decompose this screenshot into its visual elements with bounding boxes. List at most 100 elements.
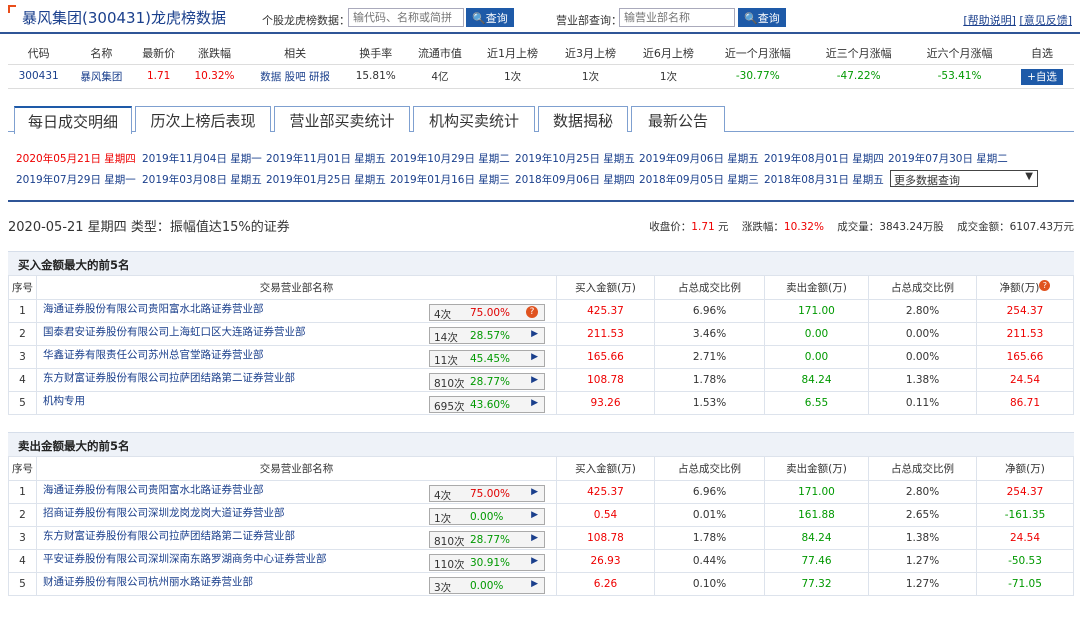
date-link[interactable]: 2019年07月30日 星期二 <box>888 151 1008 166</box>
question-icon[interactable]: ? <box>526 306 538 319</box>
sell-pct: 1.27% <box>868 572 977 596</box>
dept-search-button[interactable]: 🔍查询 <box>738 8 786 27</box>
date-link[interactable]: 2019年07月29日 星期一 <box>16 172 136 187</box>
dept-history-box[interactable]: 14次 28.57% ▶ <box>429 327 545 345</box>
play-icon[interactable]: ▶ <box>531 329 538 339</box>
date-link[interactable]: 2019年01月25日 星期五 <box>266 172 386 187</box>
tab-dept-stats[interactable]: 营业部买卖统计 <box>274 106 410 132</box>
dept-name-link[interactable]: 平安证券股份有限公司深圳深南东路罗湖商务中心证券营业部 <box>37 551 429 566</box>
tab-daily-detail[interactable]: 每日成交明细 <box>14 106 132 134</box>
page-title: 暴风集团(300431)龙虎榜数据 <box>22 9 226 27</box>
date-link-current[interactable]: 2020年05月21日 星期四 <box>16 151 136 166</box>
listing-count: 4次 <box>434 309 452 322</box>
play-icon[interactable]: ▶ <box>531 533 538 543</box>
dept-history-box[interactable]: 810次 28.77% ▶ <box>429 373 545 391</box>
report-link[interactable]: 研报 <box>309 71 330 83</box>
date-link[interactable]: 2019年10月25日 星期五 <box>515 151 635 166</box>
play-icon[interactable]: ▶ <box>531 398 538 408</box>
dept-search-input[interactable] <box>619 8 735 27</box>
tab-institution-stats[interactable]: 机构买卖统计 <box>413 106 535 132</box>
tab-data-reveal[interactable]: 数据揭秘 <box>538 106 628 132</box>
dept-name-link[interactable]: 海通证券股份有限公司贵阳富水北路证券营业部 <box>37 482 429 497</box>
net-amount: 165.66 <box>976 345 1074 369</box>
date-link[interactable]: 2019年08月01日 星期四 <box>764 151 884 166</box>
date-link[interactable]: 2019年10月29日 星期二 <box>390 151 510 166</box>
stock-code[interactable]: 300431 <box>8 64 70 89</box>
dept-history-box[interactable]: 11次 45.45% ▶ <box>429 350 545 368</box>
dept-cell: 海通证券股份有限公司贵阳富水北路证券营业部 4次 75.00%? <box>36 299 557 323</box>
play-icon[interactable]: ▶ <box>531 579 538 589</box>
date-link[interactable]: 2019年11月04日 星期一 <box>142 151 262 166</box>
stock-name[interactable]: 暴风集团 <box>69 64 134 89</box>
dept-name-link[interactable]: 东方财富证券股份有限公司拉萨团结路第二证券营业部 <box>37 528 429 543</box>
col-idx: 序号 <box>8 456 37 481</box>
dept-name-link[interactable]: 海通证券股份有限公司贵阳富水北路证券营业部 <box>37 301 429 316</box>
win-rate: 30.91% <box>470 557 511 570</box>
dept-history-box[interactable]: 810次 28.77% ▶ <box>429 531 545 549</box>
summary-header: 换手率 <box>345 42 407 65</box>
dept-history-box[interactable]: 1次 0.00% ▶ <box>429 508 545 526</box>
date-link[interactable]: 2019年03月08日 星期五 <box>142 172 262 187</box>
buy-pct: 1.78% <box>654 526 765 550</box>
stock-search-input[interactable] <box>348 8 464 27</box>
row-index: 2 <box>8 322 37 346</box>
date-link[interactable]: 2018年09月06日 星期四 <box>515 172 635 187</box>
sell-pct: 0.00% <box>868 322 977 346</box>
tab-latest-notice[interactable]: 最新公告 <box>631 106 725 132</box>
summary-header: 名称 <box>69 42 134 65</box>
dept-history-box[interactable]: 4次 75.00% ▶ <box>429 485 545 503</box>
question-icon[interactable]: ? <box>1039 280 1051 291</box>
feedback-link[interactable]: [意见反馈] <box>1019 14 1072 27</box>
play-icon[interactable]: ▶ <box>531 510 538 520</box>
play-icon[interactable]: ▶ <box>531 352 538 362</box>
buy-section-title: 买入金额最大的前5名 <box>8 251 1074 275</box>
play-icon[interactable]: ▶ <box>531 487 538 497</box>
header-links: [帮助说明] [意见反馈] <box>963 12 1072 28</box>
sell-amount: 84.24 <box>764 368 869 392</box>
dept-cell: 机构专用 695次 43.60% ▶ <box>36 391 557 415</box>
sell-pct: 0.00% <box>868 345 977 369</box>
net-amount: 211.53 <box>976 322 1074 346</box>
help-link[interactable]: [帮助说明] <box>963 14 1016 27</box>
play-icon[interactable]: ▶ <box>531 375 538 385</box>
listing-count: 110次 <box>434 559 465 572</box>
close-unit: 元 <box>718 221 729 233</box>
date-link[interactable]: 2018年08月31日 星期五 <box>764 172 884 187</box>
tab-history-performance[interactable]: 历次上榜后表现 <box>135 106 271 132</box>
listing-count: 695次 <box>434 401 465 414</box>
dept-cell: 东方财富证券股份有限公司拉萨团结路第二证券营业部 810次 28.77% ▶ <box>36 368 557 392</box>
summary-header: 涨跌幅 <box>183 42 246 65</box>
date-link[interactable]: 2018年09月05日 星期三 <box>639 172 759 187</box>
date-link[interactable]: 2019年01月16日 星期三 <box>390 172 510 187</box>
add-watchlist-button[interactable]: +自选 <box>1021 68 1063 85</box>
win-rate: 43.60% <box>470 399 511 412</box>
more-data-select[interactable]: 更多数据查询 ▼ <box>890 170 1038 187</box>
date-link[interactable]: 2019年09月06日 星期五 <box>639 151 759 166</box>
turnover-rate: 15.81% <box>345 64 407 89</box>
dept-history-box[interactable]: 110次 30.91% ▶ <box>429 554 545 572</box>
dept-name-link[interactable]: 国泰君安证券股份有限公司上海虹口区大连路证券营业部 <box>37 324 429 339</box>
dept-name-link[interactable]: 机构专用 <box>37 393 429 408</box>
buy-amount: 108.78 <box>556 526 655 550</box>
summary-header-row: 代码 名称 最新价 涨跌幅 相关 换手率 流通市值 近1月上榜 近3月上榜 近6… <box>8 42 1074 65</box>
summary-header: 代码 <box>8 42 70 65</box>
dept-history-box[interactable]: 3次 0.00% ▶ <box>429 577 545 595</box>
data-link[interactable]: 数据 <box>260 71 281 83</box>
buy-amount: 211.53 <box>556 322 655 346</box>
dept-history-box[interactable]: 4次 75.00%? <box>429 304 545 322</box>
stock-search-button[interactable]: 🔍查询 <box>466 8 514 27</box>
dept-history-box[interactable]: 695次 43.60% ▶ <box>429 396 545 414</box>
dept-name-link[interactable]: 东方财富证券股份有限公司拉萨团结路第二证券营业部 <box>37 370 429 385</box>
dept-name-link[interactable]: 财通证券股份有限公司杭州丽水路证券营业部 <box>37 574 429 589</box>
date-link[interactable]: 2019年11月01日 星期五 <box>266 151 386 166</box>
play-icon[interactable]: ▶ <box>531 556 538 566</box>
row-index: 2 <box>8 503 37 527</box>
dept-name-link[interactable]: 招商证券股份有限公司深圳龙岗龙岗大道证券营业部 <box>37 505 429 520</box>
summary-header: 近6月上榜 <box>629 42 708 65</box>
dept-name-link[interactable]: 华鑫证券有限责任公司苏州总官堂路证券营业部 <box>37 347 429 362</box>
guba-link[interactable]: 股吧 <box>285 71 306 83</box>
net-amount: 254.37 <box>976 299 1074 323</box>
sell-pct: 1.38% <box>868 368 977 392</box>
stock-summary-table: 代码 名称 最新价 涨跌幅 相关 换手率 流通市值 近1月上榜 近3月上榜 近6… <box>8 42 1074 89</box>
trade-stats: 收盘价：1.71 元 涨跌幅：10.32% 成交量：3843.24万股 成交金额… <box>649 219 1074 234</box>
